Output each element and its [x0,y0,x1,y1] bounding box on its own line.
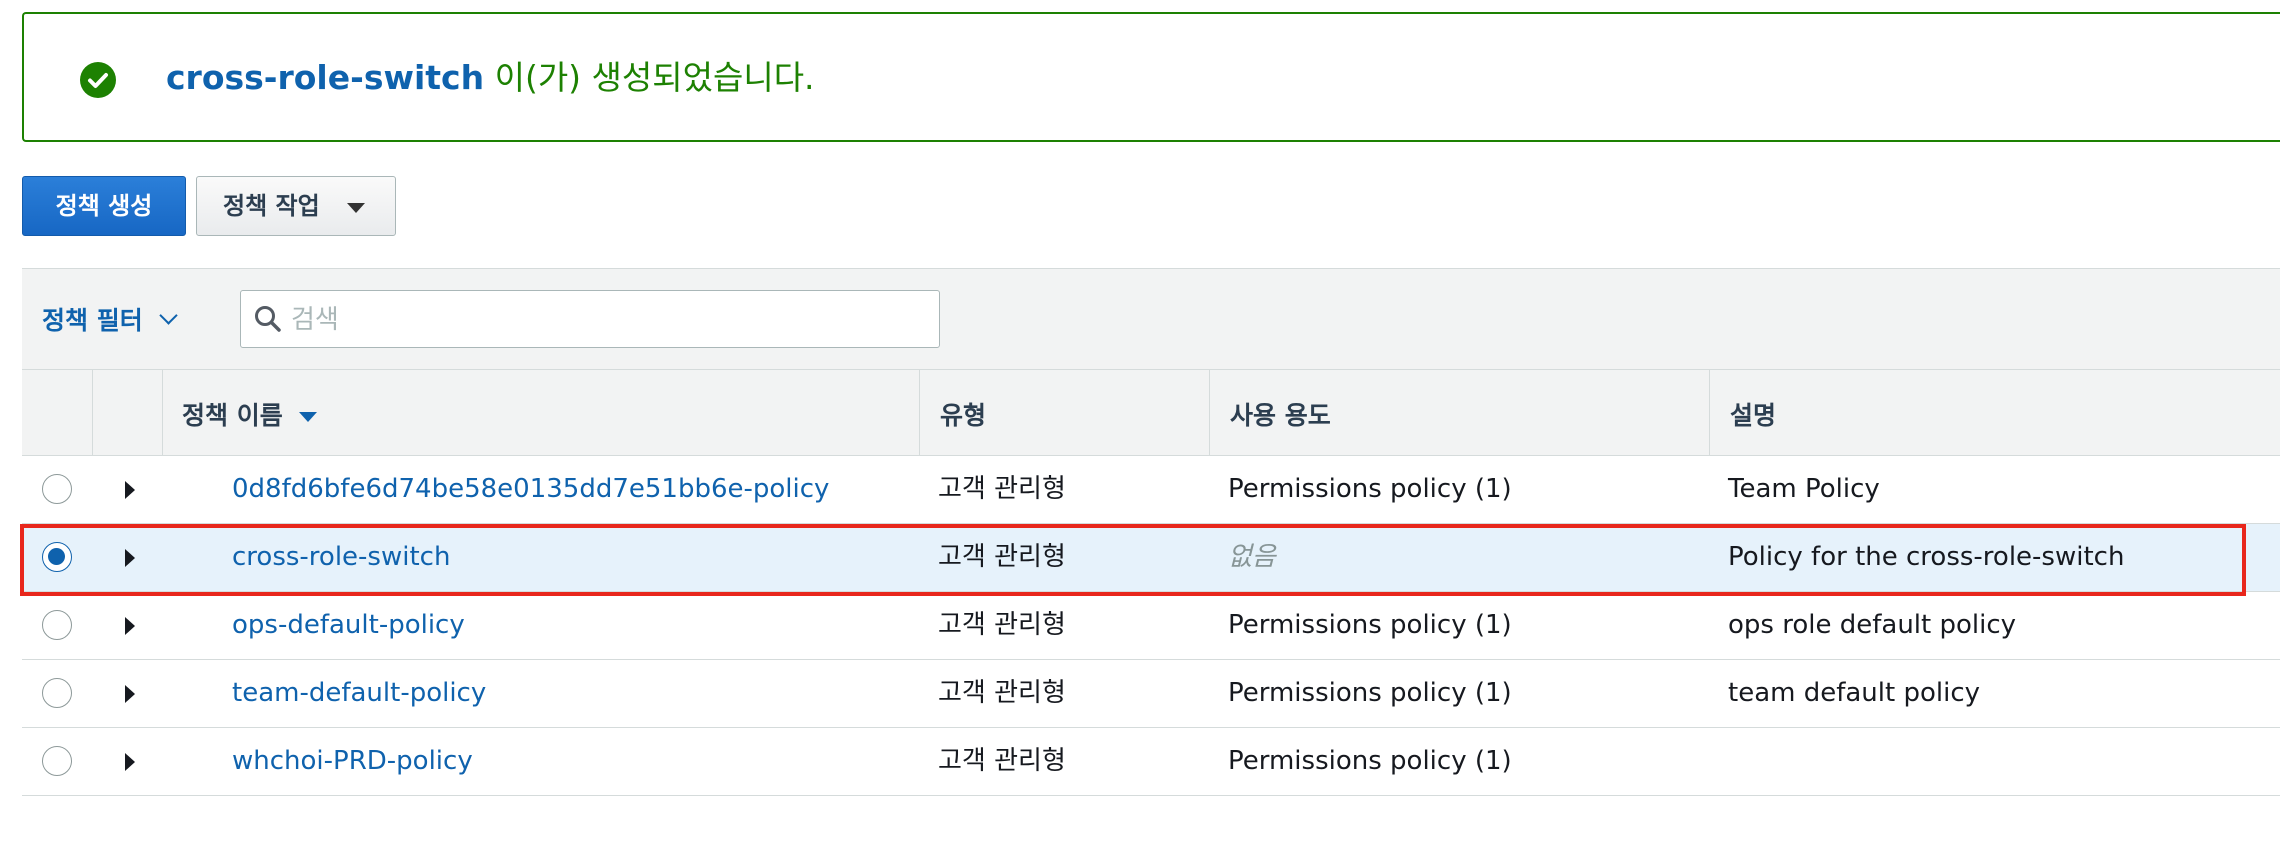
flash-message-text: 이(가) 생성되었습니다. [484,58,815,97]
caret-right-icon[interactable] [125,617,135,635]
success-flash-banner: cross-role-switch 이(가) 생성되었습니다. [22,12,2280,142]
column-divider [162,370,163,456]
search-input[interactable] [289,297,913,343]
chevron-down-icon[interactable] [159,306,178,325]
table-row[interactable]: team-default-policy 고객 관리형 Permissions p… [22,660,2280,728]
check-circle-icon [80,62,116,98]
policy-description: Policy for the cross-role-switch [1728,542,2125,572]
table-row[interactable]: 0d8fd6bfe6d74be58e0135dd7e51bb6e-policy … [22,456,2280,524]
policy-name-link[interactable]: whchoi-PRD-policy [232,744,473,778]
policy-usage: 없음 [1228,542,1276,572]
policy-type: 고객 관리형 [938,678,1066,708]
policy-usage: Permissions policy (1) [1228,474,1512,504]
policy-usage: Permissions policy (1) [1228,746,1512,776]
search-icon [255,306,281,332]
policy-filter-toggle[interactable]: 정책 필터 [42,301,143,337]
column-divider [92,370,93,456]
create-policy-button[interactable]: 정책 생성 [22,176,186,236]
header-policy-name-label: 정책 이름 [182,401,283,430]
row-select-radio[interactable] [42,474,72,504]
table-row[interactable]: whchoi-PRD-policy 고객 관리형 Permissions pol… [22,728,2280,796]
policy-name-link[interactable]: 0d8fd6bfe6d74be58e0135dd7e51bb6e-policy [232,472,829,506]
table-header: 정책 이름 유형 사용 용도 설명 [22,370,2280,456]
caret-right-icon[interactable] [125,481,135,499]
header-policy-name[interactable]: 정책 이름 [182,396,317,432]
header-description[interactable]: 설명 [1730,396,1776,432]
policy-name-link[interactable]: ops-default-policy [232,608,465,642]
column-divider [919,370,920,456]
column-divider [1209,370,1210,456]
policy-actions-label: 정책 작업 [223,192,320,220]
policy-type: 고객 관리형 [938,474,1066,504]
sort-descending-icon [298,412,317,422]
policy-actions-dropdown[interactable]: 정책 작업 [196,176,396,236]
header-type[interactable]: 유형 [940,396,986,432]
policy-type: 고객 관리형 [938,746,1066,776]
table-row[interactable]: ops-default-policy 고객 관리형 Permissions po… [22,592,2280,660]
policy-type: 고객 관리형 [938,610,1066,640]
caret-right-icon[interactable] [125,549,135,567]
policy-usage: Permissions policy (1) [1228,678,1512,708]
filter-bar: 정책 필터 [22,268,2280,370]
policy-name-link[interactable]: team-default-policy [232,676,486,710]
search-box[interactable] [240,290,940,348]
policy-usage: Permissions policy (1) [1228,610,1512,640]
flash-message: cross-role-switch 이(가) 생성되었습니다. [166,56,815,100]
column-divider [1709,370,1710,456]
policy-description: team default policy [1728,678,1981,708]
row-select-radio[interactable] [42,678,72,708]
row-select-radio[interactable] [42,610,72,640]
caret-right-icon[interactable] [125,753,135,771]
table-row-selected[interactable]: cross-role-switch 고객 관리형 없음 Policy for t… [22,524,2280,592]
policy-type: 고객 관리형 [938,542,1066,572]
row-select-radio[interactable] [42,542,72,572]
caret-down-icon [347,203,365,213]
policy-name-link[interactable]: cross-role-switch [232,540,450,574]
header-usage[interactable]: 사용 용도 [1230,396,1331,432]
created-policy-link[interactable]: cross-role-switch [166,58,484,97]
caret-right-icon[interactable] [125,685,135,703]
policy-description: Team Policy [1728,474,1880,504]
row-select-radio[interactable] [42,746,72,776]
policy-description: ops role default policy [1728,610,2017,640]
